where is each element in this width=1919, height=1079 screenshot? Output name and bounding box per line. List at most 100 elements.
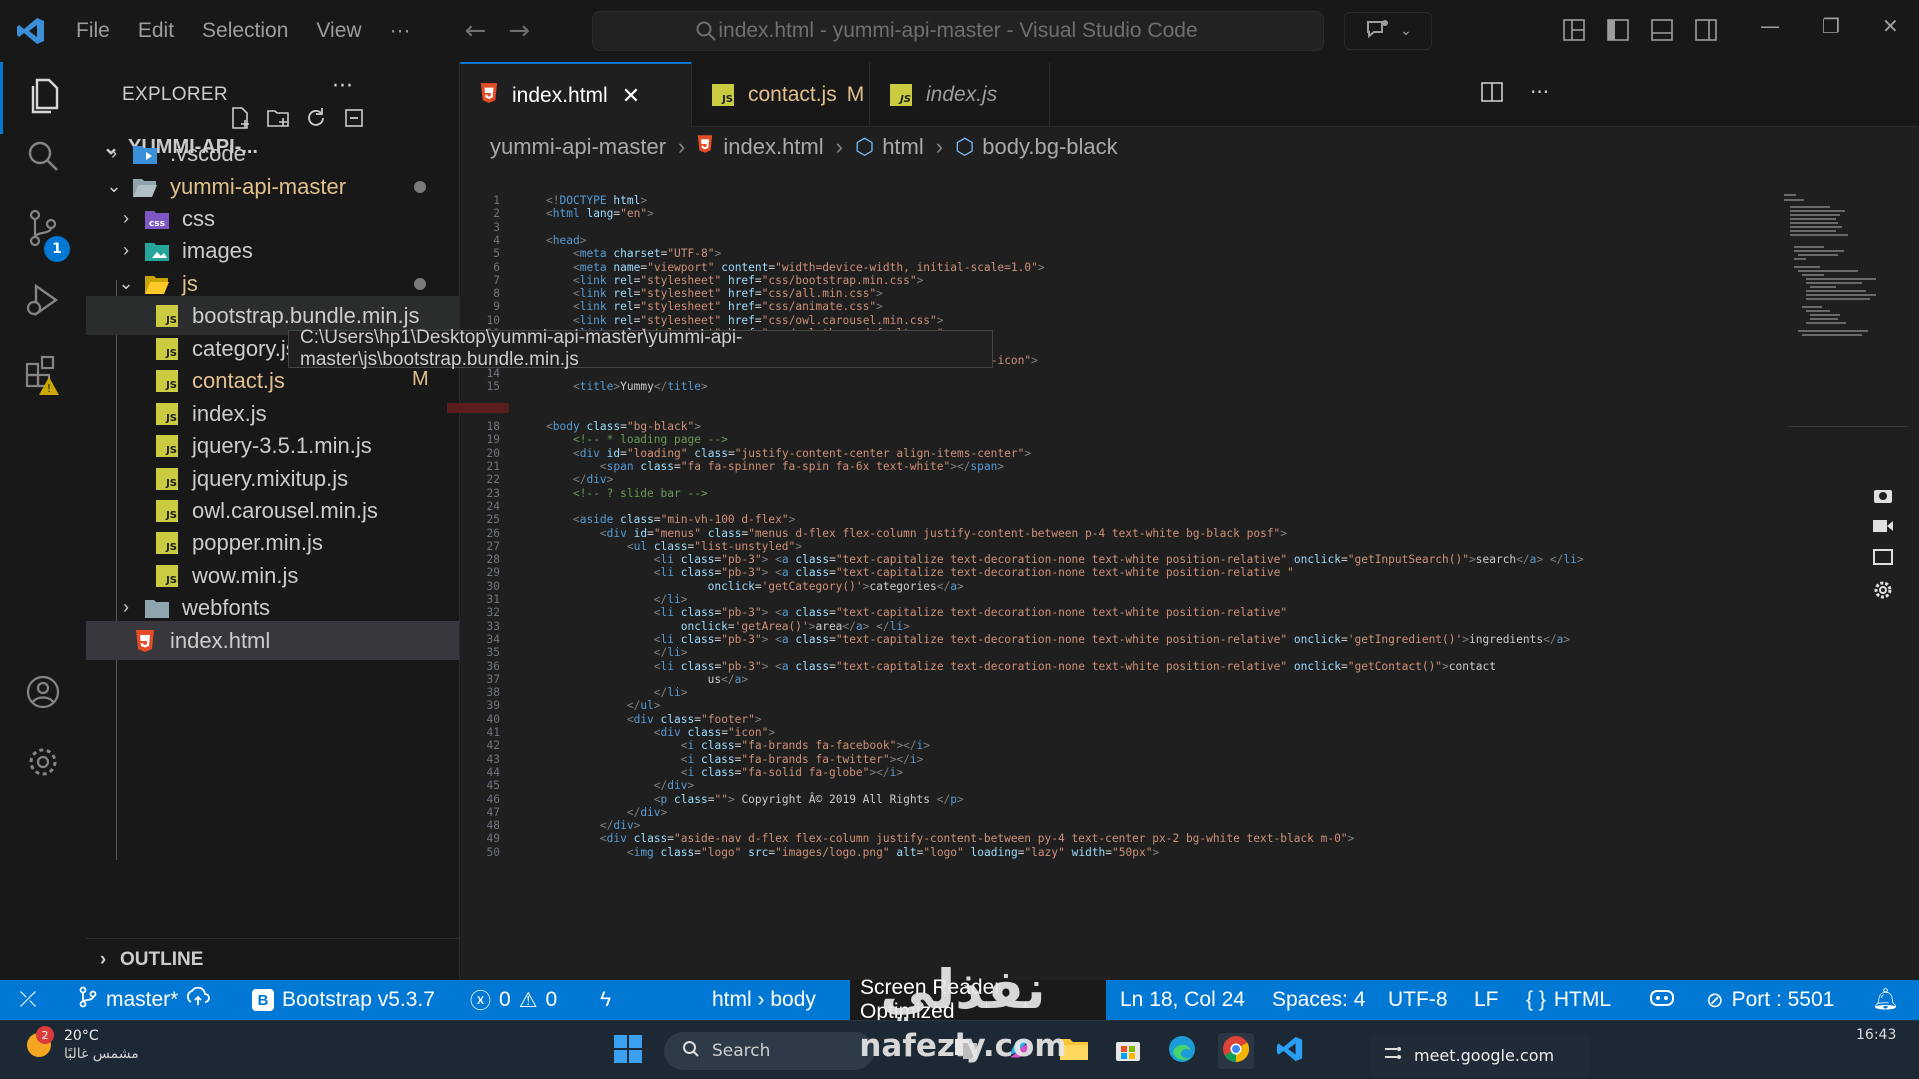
indentation[interactable]: Spaces: 4: [1272, 980, 1365, 1020]
code-line[interactable]: <p class=""> Copyright Â© 2019 All Right…: [546, 793, 964, 806]
forward-arrow-icon[interactable]: →: [508, 16, 530, 46]
window-icon[interactable]: [1873, 548, 1893, 570]
code-editor[interactable]: 1 <!DOCTYPE html> 2 <html lang="en"> 3 4 <head…: [460, 166, 1780, 980]
code-line[interactable]: <li class="pb-3"> <a class="text-capital…: [546, 566, 1294, 579]
tab-index-html[interactable]: index.html ✕: [460, 62, 692, 127]
tab-contact-js[interactable]: JS contact.js M: [692, 62, 870, 127]
menu-view[interactable]: View: [302, 19, 375, 43]
encoding[interactable]: UTF-8: [1388, 980, 1448, 1020]
code-line[interactable]: <li class="pb-3"> <a class="text-capital…: [546, 553, 1584, 566]
new-file-icon[interactable]: [228, 106, 252, 134]
code-line[interactable]: </li>: [546, 593, 688, 606]
code-line[interactable]: <meta name="viewport" content="width=dev…: [546, 261, 1045, 274]
tree-item-index-html[interactable]: index.html: [86, 621, 459, 660]
code-line[interactable]: <img class="logo" src="images/logo.png" …: [546, 846, 1159, 859]
code-line[interactable]: <li class="pb-3"> <a class="text-capital…: [546, 633, 1570, 646]
tab-index-js[interactable]: JS index.js: [870, 62, 1050, 127]
meet-sharing-bar[interactable]: meet.google.com: [1370, 1033, 1590, 1077]
taskbar-search[interactable]: Search: [664, 1032, 874, 1070]
minimize-icon[interactable]: —: [1760, 14, 1780, 38]
more-actions-icon[interactable]: ···: [1530, 80, 1549, 108]
vscode-app[interactable]: [1272, 1033, 1308, 1069]
minimap[interactable]: [1780, 166, 1919, 980]
code-line[interactable]: onclick='getArea()'>area</a> </li>: [546, 620, 910, 633]
video-camera-icon[interactable]: [1872, 518, 1894, 538]
copilot-app[interactable]: [1002, 1033, 1038, 1069]
command-center[interactable]: index.html - yummi-api-master - Visual S…: [592, 11, 1324, 51]
code-line[interactable]: <aside class="min-vh-100 d-flex">: [546, 513, 795, 526]
code-line[interactable]: </li>: [546, 686, 688, 699]
weather-widget[interactable]: 2 20°C مشمس غالبًا: [22, 1026, 139, 1063]
menu-file[interactable]: File: [62, 19, 124, 43]
code-line[interactable]: <i class="fa-solid fa-globe"></i>: [546, 766, 903, 779]
split-editor-icon[interactable]: [1480, 80, 1504, 108]
file-explorer-app[interactable]: [1056, 1033, 1092, 1069]
code-line[interactable]: <li class="pb-3"> <a class="text-capital…: [546, 660, 1496, 673]
code-line[interactable]: <title>Yummy</title>: [546, 380, 708, 393]
breadcrumb-html[interactable]: html: [882, 134, 924, 160]
code-line[interactable]: <link rel="stylesheet" href="css/animate…: [546, 300, 883, 313]
menu-edit[interactable]: Edit: [124, 19, 188, 43]
problems-indicator[interactable]: ⓧ 0 ⚠ 0: [470, 980, 557, 1020]
code-line[interactable]: </li>: [546, 646, 688, 659]
toggle-secondary-sidebar-icon[interactable]: [1694, 18, 1718, 46]
language-mode[interactable]: { } HTML: [1526, 980, 1611, 1020]
code-line[interactable]: onclick='getCategory()'>categories</a>: [546, 580, 964, 593]
gear-icon[interactable]: [1873, 580, 1893, 604]
code-line[interactable]: </ul>: [546, 699, 661, 712]
accounts-activity[interactable]: [0, 658, 86, 730]
toggle-panel-icon[interactable]: [1650, 18, 1674, 46]
menu-more[interactable]: ···: [376, 19, 425, 43]
restore-icon[interactable]: ❐: [1822, 14, 1840, 38]
customize-layout-icon[interactable]: [1562, 18, 1586, 46]
menu-selection[interactable]: Selection: [188, 19, 302, 43]
code-line[interactable]: <i class="fa-brands fa-facebook"></i>: [546, 739, 930, 752]
code-line[interactable]: <link rel="stylesheet" href="css/all.min…: [546, 287, 883, 300]
code-line[interactable]: </div>: [546, 819, 640, 832]
code-line[interactable]: us</a>: [546, 673, 748, 686]
code-line[interactable]: <div class="icon">: [546, 726, 775, 739]
code-line[interactable]: <body class="bg-black">: [546, 420, 701, 433]
code-line[interactable]: <!-- * loading page -->: [546, 433, 728, 446]
extensions-activity[interactable]: !: [0, 338, 86, 410]
code-line[interactable]: <div class="aside-nav d-flex flex-column…: [546, 832, 1354, 845]
code-line[interactable]: </div>: [546, 779, 694, 792]
remote-indicator[interactable]: ⤫: [0, 980, 56, 1020]
collapse-all-icon[interactable]: [342, 106, 366, 134]
screen-reader-indicator[interactable]: Screen Reader Optimized: [850, 976, 1106, 1023]
code-line[interactable]: <li class="pb-3"> <a class="text-capital…: [546, 606, 1287, 619]
code-line[interactable]: </div>: [546, 473, 613, 486]
edge-app[interactable]: [1164, 1033, 1200, 1069]
close-icon[interactable]: ✕: [622, 83, 640, 109]
source-control-activity[interactable]: 1: [0, 194, 86, 266]
outline-section[interactable]: › OUTLINE: [86, 938, 459, 980]
lightning-indicator[interactable]: ϟ: [600, 980, 611, 1020]
close-window-icon[interactable]: ✕: [1882, 14, 1899, 38]
code-line[interactable]: <div id="menus" class="menus d-flex flex…: [546, 527, 1287, 540]
code-line[interactable]: <!-- ? slide bar -->: [546, 487, 708, 500]
code-line[interactable]: <meta charset="UTF-8">: [546, 247, 721, 260]
task-view-app[interactable]: [948, 1033, 984, 1069]
cursor-position[interactable]: Ln 18, Col 24: [1120, 980, 1245, 1020]
code-line[interactable]: <!DOCTYPE html>: [546, 194, 647, 207]
screenshot-icon[interactable]: [1873, 486, 1893, 508]
live-server-port[interactable]: ⊘ Port : 5501: [1706, 980, 1834, 1020]
code-line[interactable]: <div id="loading" class="justify-content…: [546, 447, 1031, 460]
code-line[interactable]: <span class="fa fa-spinner fa-spin fa-6x…: [546, 460, 1004, 473]
code-line[interactable]: </div>: [546, 806, 667, 819]
end-of-line[interactable]: LF: [1474, 980, 1499, 1020]
chrome-app[interactable]: [1218, 1033, 1254, 1069]
start-button[interactable]: [610, 1033, 646, 1069]
element-path[interactable]: html › body: [712, 980, 816, 1020]
refresh-icon[interactable]: [304, 106, 328, 134]
code-line[interactable]: <link rel="stylesheet" href="css/owl.car…: [546, 314, 944, 327]
code-line[interactable]: <ul class="list-unstyled">: [546, 540, 802, 553]
code-line[interactable]: <div class="footer">: [546, 713, 762, 726]
store-app[interactable]: [1110, 1033, 1146, 1069]
new-folder-icon[interactable]: [266, 106, 290, 134]
more-actions-icon[interactable]: ···: [332, 74, 353, 99]
code-line[interactable]: <i class="fa-brands fa-twitter"></i>: [546, 753, 924, 766]
breadcrumb-file[interactable]: index.html: [723, 134, 823, 160]
code-line[interactable]: <head>: [546, 234, 586, 247]
code-line[interactable]: <link rel="stylesheet" href="css/bootstr…: [546, 274, 923, 287]
